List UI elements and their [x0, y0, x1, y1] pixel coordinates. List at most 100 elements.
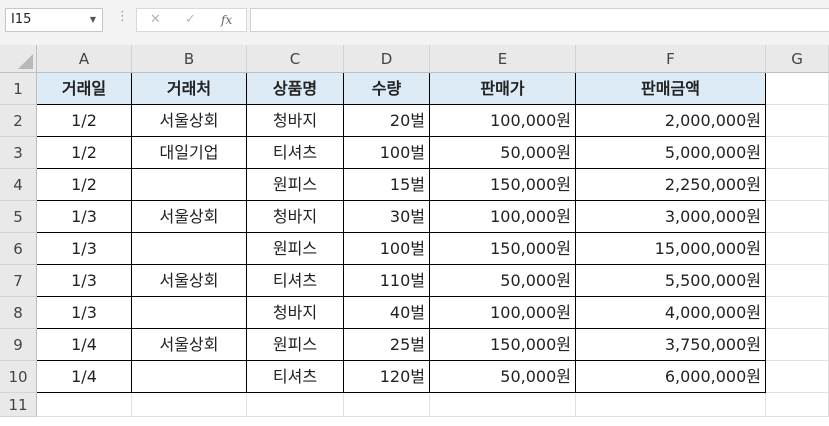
table-header-cell[interactable]: 수량 — [344, 73, 430, 105]
row-header-2[interactable]: 2 — [0, 105, 37, 137]
table-cell[interactable]: 5,500,000원 — [576, 265, 766, 297]
column-header-c[interactable]: C — [247, 45, 344, 73]
table-cell[interactable]: 1/2 — [37, 137, 132, 169]
table-cell[interactable]: 티셔츠 — [247, 265, 344, 297]
table-cell[interactable]: 120벌 — [344, 361, 430, 393]
table-cell[interactable]: 1/2 — [37, 105, 132, 137]
row-header-4[interactable]: 4 — [0, 169, 37, 201]
table-cell[interactable]: 100,000원 — [430, 105, 576, 137]
table-header-cell[interactable]: 판매가 — [430, 73, 576, 105]
row-header-9[interactable]: 9 — [0, 329, 37, 361]
table-cell[interactable]: 100,000원 — [430, 297, 576, 329]
formula-input[interactable] — [250, 8, 829, 32]
row-header-5[interactable]: 5 — [0, 201, 37, 233]
column-header-d[interactable]: D — [344, 45, 430, 73]
table-cell[interactable] — [132, 233, 247, 265]
table-header-cell[interactable]: 상품명 — [247, 73, 344, 105]
table-cell[interactable]: 청바지 — [247, 201, 344, 233]
table-cell[interactable]: 5,000,000원 — [576, 137, 766, 169]
chevron-down-icon[interactable]: ▼ — [90, 9, 96, 31]
table-cell[interactable]: 티셔츠 — [247, 361, 344, 393]
insert-function-icon[interactable]: fx — [221, 13, 232, 27]
table-cell[interactable]: 50,000원 — [430, 361, 576, 393]
table-cell[interactable]: 1/3 — [37, 265, 132, 297]
row-header-8[interactable]: 8 — [0, 297, 37, 329]
empty-cell[interactable] — [766, 297, 829, 329]
table-cell[interactable]: 서울상회 — [132, 105, 247, 137]
column-header-e[interactable]: E — [430, 45, 576, 73]
table-cell[interactable]: 50,000원 — [430, 265, 576, 297]
table-cell[interactable]: 서울상회 — [132, 329, 247, 361]
table-header-cell[interactable]: 거래일 — [37, 73, 132, 105]
table-cell[interactable]: 3,000,000원 — [576, 201, 766, 233]
table-cell[interactable]: 서울상회 — [132, 201, 247, 233]
empty-cell[interactable] — [766, 361, 829, 393]
empty-cell[interactable] — [766, 329, 829, 361]
table-cell[interactable]: 1/2 — [37, 169, 132, 201]
empty-cell[interactable] — [766, 169, 829, 201]
table-cell[interactable]: 1/4 — [37, 329, 132, 361]
table-cell[interactable]: 50,000원 — [430, 137, 576, 169]
row-header-3[interactable]: 3 — [0, 137, 37, 169]
empty-cell[interactable] — [430, 393, 576, 417]
table-cell[interactable]: 150,000원 — [430, 169, 576, 201]
table-cell[interactable]: 원피스 — [247, 169, 344, 201]
name-box[interactable]: I15 ▼ — [5, 8, 103, 32]
table-cell[interactable]: 서울상회 — [132, 265, 247, 297]
table-cell[interactable]: 1/4 — [37, 361, 132, 393]
table-cell[interactable]: 티셔츠 — [247, 137, 344, 169]
table-cell[interactable]: 청바지 — [247, 297, 344, 329]
cancel-icon[interactable]: ✕ — [150, 12, 161, 27]
table-cell[interactable]: 150,000원 — [430, 233, 576, 265]
table-cell[interactable]: 100벌 — [344, 233, 430, 265]
empty-cell[interactable] — [766, 137, 829, 169]
table-cell[interactable] — [132, 361, 247, 393]
select-all-corner[interactable] — [0, 45, 37, 73]
empty-cell[interactable] — [132, 393, 247, 417]
table-cell[interactable]: 30벌 — [344, 201, 430, 233]
table-cell[interactable]: 15,000,000원 — [576, 233, 766, 265]
enter-icon[interactable]: ✓ — [185, 12, 196, 27]
row-header-11[interactable]: 11 — [0, 393, 37, 417]
table-cell[interactable]: 1/3 — [37, 233, 132, 265]
table-cell[interactable]: 2,000,000원 — [576, 105, 766, 137]
table-cell[interactable]: 청바지 — [247, 105, 344, 137]
column-header-a[interactable]: A — [37, 45, 132, 73]
empty-cell[interactable] — [247, 393, 344, 417]
table-cell[interactable] — [132, 169, 247, 201]
column-header-b[interactable]: B — [132, 45, 247, 73]
table-cell[interactable]: 1/3 — [37, 201, 132, 233]
table-cell[interactable]: 4,000,000원 — [576, 297, 766, 329]
table-cell[interactable]: 100벌 — [344, 137, 430, 169]
empty-cell[interactable] — [766, 201, 829, 233]
table-cell[interactable]: 100,000원 — [430, 201, 576, 233]
table-cell[interactable]: 원피스 — [247, 233, 344, 265]
table-cell[interactable]: 2,250,000원 — [576, 169, 766, 201]
table-cell[interactable]: 150,000원 — [430, 329, 576, 361]
table-cell[interactable]: 원피스 — [247, 329, 344, 361]
table-cell[interactable] — [132, 297, 247, 329]
row-header-10[interactable]: 10 — [0, 361, 37, 393]
empty-cell[interactable] — [766, 73, 829, 105]
table-cell[interactable]: 110벌 — [344, 265, 430, 297]
empty-cell[interactable] — [766, 265, 829, 297]
table-cell[interactable]: 3,750,000원 — [576, 329, 766, 361]
table-cell[interactable]: 1/3 — [37, 297, 132, 329]
empty-cell[interactable] — [766, 233, 829, 265]
row-header-7[interactable]: 7 — [0, 265, 37, 297]
table-cell[interactable]: 6,000,000원 — [576, 361, 766, 393]
row-header-1[interactable]: 1 — [0, 73, 37, 105]
column-header-f[interactable]: F — [576, 45, 766, 73]
table-cell[interactable]: 25벌 — [344, 329, 430, 361]
table-header-cell[interactable]: 거래처 — [132, 73, 247, 105]
table-cell[interactable]: 15벌 — [344, 169, 430, 201]
empty-cell[interactable] — [344, 393, 430, 417]
empty-cell[interactable] — [766, 105, 829, 137]
table-header-cell[interactable]: 판매금액 — [576, 73, 766, 105]
empty-cell[interactable] — [766, 393, 829, 417]
column-header-g[interactable]: G — [766, 45, 829, 73]
empty-cell[interactable] — [576, 393, 766, 417]
empty-cell[interactable] — [37, 393, 132, 417]
table-cell[interactable]: 40벌 — [344, 297, 430, 329]
table-cell[interactable]: 대일기업 — [132, 137, 247, 169]
